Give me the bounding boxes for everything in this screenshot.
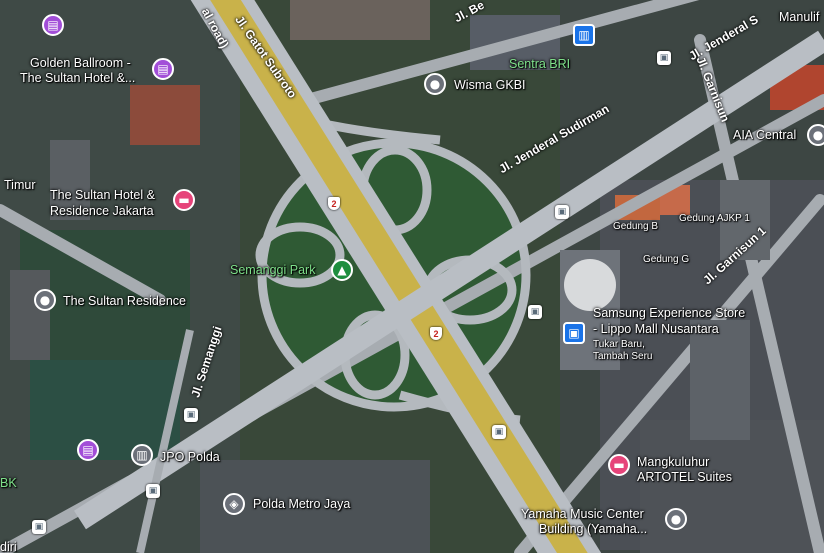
place-label-mangkuluhur[interactable]: Mangkuluhur <box>637 455 709 470</box>
place-label-sultan-residence[interactable]: The Sultan Residence <box>63 294 186 309</box>
event-venue-icon[interactable]: ▤ <box>77 439 99 461</box>
event-venue-icon[interactable]: ▤ <box>152 58 174 80</box>
place-label-gedung-ajkp[interactable]: Gedung AJKP 1 <box>679 213 750 225</box>
place-label-diri[interactable]: diri <box>0 540 17 553</box>
shopping-icon[interactable]: ▣ <box>563 322 585 344</box>
place-label-sultan-hotel[interactable]: The Sultan Hotel & <box>50 188 155 203</box>
satellite-map[interactable]: Jl. Gatot Subroto al road) Jl. Jenderal … <box>0 0 824 553</box>
route-shield-2: 2 <box>328 197 340 210</box>
building-icon[interactable]: ▥ <box>131 444 153 466</box>
bus-stop-icon[interactable]: ▣ <box>528 305 542 319</box>
route-shield-2: 2 <box>430 327 442 340</box>
building-icon[interactable]: ◈ <box>223 493 245 515</box>
bus-stop-icon[interactable]: ▣ <box>657 51 671 65</box>
place-label-sultan-hotel-2[interactable]: Residence Jakarta <box>50 204 154 219</box>
place-label-sentra-bri[interactable]: Sentra BRI <box>509 57 570 72</box>
bus-stop-icon[interactable]: ▣ <box>555 205 569 219</box>
bus-stop-icon[interactable]: ▣ <box>184 408 198 422</box>
bus-stop-icon[interactable]: ▣ <box>146 484 160 498</box>
place-label-gedung-b[interactable]: Gedung B <box>613 221 658 233</box>
place-label-aia-central[interactable]: AIA Central <box>733 128 796 143</box>
place-label-samsung[interactable]: Samsung Experience Store <box>593 306 745 321</box>
place-label-mangkuluhur-2[interactable]: ARTOTEL Suites <box>637 470 732 485</box>
place-label-samsung-2[interactable]: - Lippo Mall Nusantara <box>593 322 719 337</box>
building-icon[interactable]: ▥ <box>573 24 595 46</box>
place-label-jpo-polda[interactable]: JPO Polda <box>160 450 220 465</box>
place-label-gedung-g[interactable]: Gedung G <box>643 254 689 266</box>
hotel-icon[interactable]: ▬ <box>173 189 195 211</box>
hotel-icon[interactable]: ▬ <box>608 454 630 476</box>
place-label-yamaha[interactable]: Yamaha Music Center <box>521 507 644 522</box>
building-icon[interactable]: ● <box>34 289 56 311</box>
place-label-yamaha-2[interactable]: Building (Yamaha... <box>539 522 647 537</box>
bus-stop-icon[interactable]: ▣ <box>32 520 46 534</box>
event-venue-icon[interactable]: ▤ <box>42 14 64 36</box>
place-label-manulife[interactable]: Manulif <box>779 10 819 25</box>
place-label-samsung-sub-2: Tambah Seru <box>593 351 653 362</box>
place-label-golden-ballroom[interactable]: Golden Ballroom - <box>30 56 131 71</box>
place-label-timur[interactable]: Timur <box>4 178 35 193</box>
place-label-samsung-sub: Tukar Baru, <box>593 339 645 350</box>
building-icon[interactable]: ● <box>424 73 446 95</box>
place-label-bk[interactable]: BK <box>0 476 17 491</box>
place-label-wisma-gkbi[interactable]: Wisma GKBI <box>454 78 526 93</box>
building-icon[interactable]: ● <box>665 508 687 530</box>
place-label-semanggi-park[interactable]: Semanggi Park <box>230 263 315 278</box>
place-label-golden-ballroom-2[interactable]: The Sultan Hotel &... <box>20 71 135 86</box>
park-tree-icon[interactable]: ▲ <box>331 259 353 281</box>
bus-stop-icon[interactable]: ▣ <box>492 425 506 439</box>
building-icon[interactable]: ● <box>807 124 824 146</box>
place-label-polda-metro-jaya[interactable]: Polda Metro Jaya <box>253 497 350 512</box>
